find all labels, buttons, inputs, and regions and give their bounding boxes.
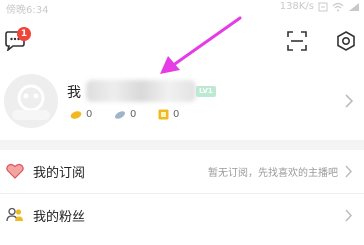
- status-bar: 傍晚6:34 138K/s: [0, 0, 364, 16]
- menu-item-subscriptions[interactable]: 我的订阅 暂无订阅，先找喜欢的主播吧: [0, 150, 364, 194]
- heart-icon: [6, 163, 24, 179]
- menu-item-subtext: 暂无订阅，先找喜欢的主播吧: [208, 168, 338, 179]
- card-icon: [158, 109, 169, 120]
- stat-card[interactable]: 0: [158, 109, 179, 120]
- chevron-right-icon: [345, 209, 353, 222]
- profile-name: 我: [67, 85, 81, 101]
- profile-card[interactable]: 我 LV1 0 0 0: [0, 70, 364, 135]
- menu-item-label: 我的订阅: [33, 166, 86, 181]
- scan-icon[interactable]: [287, 31, 307, 51]
- level-badge: LV1: [196, 86, 216, 97]
- stat-value: 0: [86, 109, 93, 120]
- wifi-icon: [332, 2, 344, 11]
- status-right: 138K/s: [280, 1, 360, 12]
- message-badge: 1: [17, 27, 31, 41]
- status-time: 傍晚6:34: [6, 5, 49, 16]
- stat-feather[interactable]: 0: [114, 109, 136, 120]
- gold-coin-icon: [70, 110, 82, 119]
- profile-screen: 傍晚6:34 138K/s 1 我 LV1 0 0 0 我的订阅 暂无订阅，先找…: [0, 0, 364, 245]
- stat-coins[interactable]: 0: [70, 109, 92, 120]
- fans-icon: [6, 207, 23, 222]
- section-divider: [0, 140, 364, 150]
- default-avatar-icon: [4, 74, 58, 128]
- signal-icon: [349, 2, 359, 11]
- menu-item-label: 我的粉丝: [33, 210, 86, 225]
- feather-icon: [115, 110, 125, 119]
- blurred-username: [86, 80, 196, 102]
- stat-value: 0: [130, 109, 137, 120]
- alarm-icon: [318, 2, 328, 11]
- stat-value: 0: [173, 109, 180, 120]
- avatar[interactable]: [4, 74, 58, 128]
- settings-gear-icon[interactable]: [336, 31, 356, 51]
- network-speed: 138K/s: [279, 1, 314, 12]
- chevron-right-icon: [345, 165, 353, 178]
- menu-item-fans[interactable]: 我的粉丝: [0, 194, 364, 237]
- chevron-right-icon: [345, 94, 354, 108]
